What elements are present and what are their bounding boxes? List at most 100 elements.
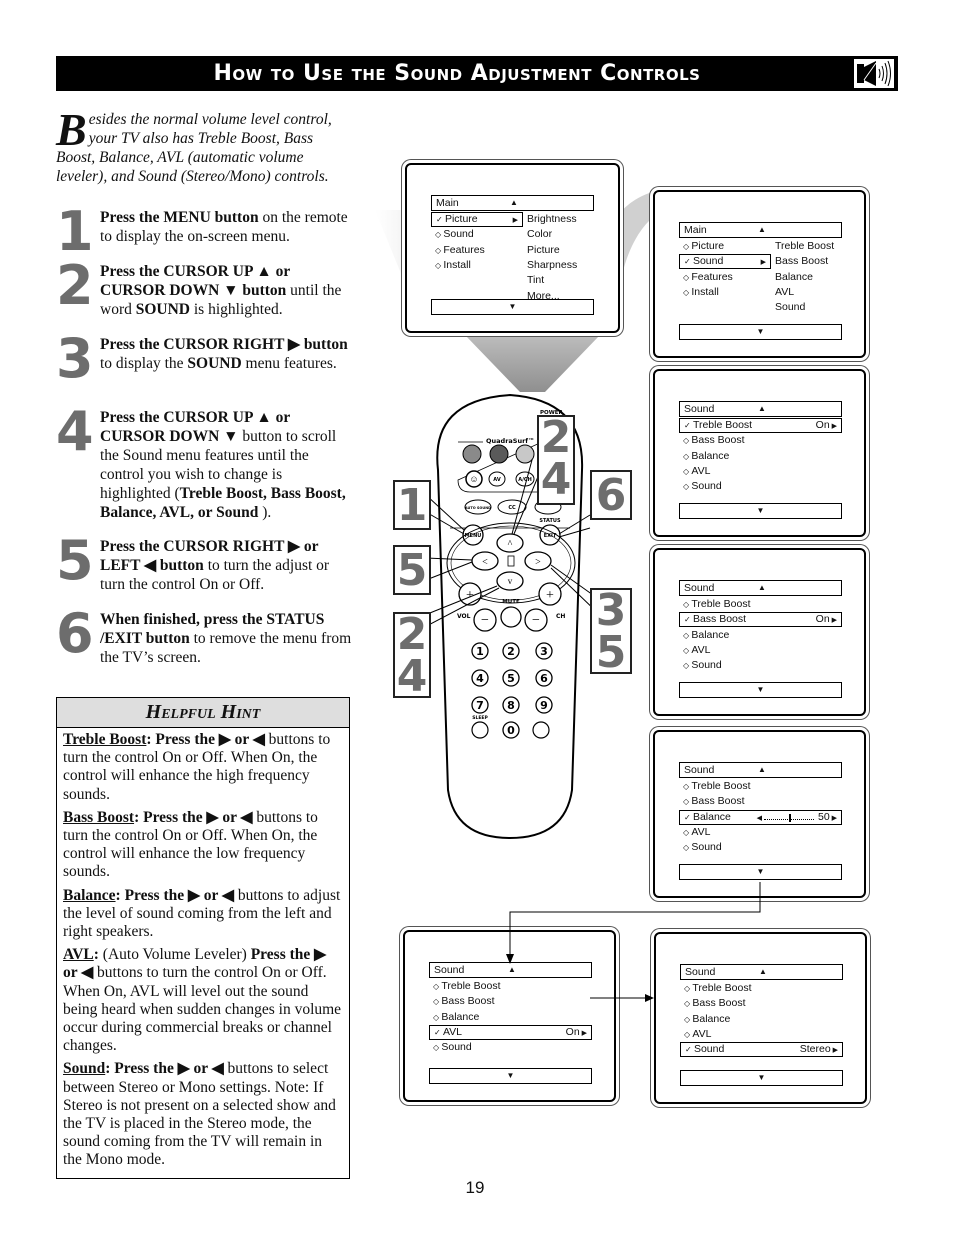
menu-item[interactable]: ◇ Sound xyxy=(679,479,842,494)
arrow-right-icon[interactable]: ▶ xyxy=(580,1030,587,1037)
menu-item-label: Treble Boost xyxy=(692,419,753,431)
menu-item-label: Features xyxy=(691,270,733,283)
quadrasurf-button-3[interactable] xyxy=(515,444,535,464)
onscreen-menu: Sound ▲ ◇ Treble Boost ◇ Bass Boost ✓ Balanc… xyxy=(655,732,864,896)
step-text: Press the CURSOR UP ▲ or CURSOR DOWN ▼ b… xyxy=(100,263,342,318)
scroll-up-icon[interactable]: ▲ xyxy=(758,223,766,237)
hint-term: Sound xyxy=(63,1060,106,1078)
digit-label: 8 xyxy=(507,699,515,712)
menu-title: Sound xyxy=(684,582,715,594)
hint-item: Sound: Press the ▶ or ◀ buttons to selec… xyxy=(63,1060,336,1169)
menu-item-label: Bass Boost xyxy=(691,795,745,808)
mute-button[interactable] xyxy=(500,606,522,628)
step-text: When finished, press the STATUS /EXIT bu… xyxy=(100,611,352,666)
arrow-right-icon[interactable]: ▶ xyxy=(830,423,837,430)
submenu-item: Tint xyxy=(527,274,545,287)
svg-text:VOL: VOL xyxy=(457,613,471,620)
slider-knob[interactable] xyxy=(788,813,791,822)
menu-item-label: Balance xyxy=(692,810,731,823)
menu-item-label: Picture xyxy=(691,240,725,252)
menu-item-label: Sound xyxy=(691,480,722,493)
menu-item[interactable]: ◇ Treble Boost xyxy=(679,779,842,794)
arrow-right-icon[interactable]: ▶ xyxy=(830,815,837,822)
menu-item[interactable]: ◇ Features xyxy=(431,243,523,258)
balance-slider[interactable] xyxy=(763,813,814,822)
onscreen-menu: Main ▲ ◇ Picture ✓ Sound ▶ ◇ Features ◇ Insta… xyxy=(655,192,864,356)
check-icon: ✓ xyxy=(436,215,445,224)
menu-item[interactable]: ◇ Treble Boost xyxy=(679,597,842,612)
menu-item[interactable]: ◇ Balance xyxy=(679,628,842,643)
hint-body: Treble Boost: Press the ▶ or ◀ buttons t… xyxy=(57,728,349,1178)
value-text: On xyxy=(815,419,830,431)
menu-item[interactable]: ◇ Sound xyxy=(431,227,523,242)
menu-item[interactable]: ✓ Bass Boost On ▶ xyxy=(679,612,842,628)
svg-text:−: − xyxy=(481,613,489,628)
digit-label: 5 xyxy=(507,672,515,685)
arrow-right-icon[interactable]: ▶ xyxy=(831,1047,838,1054)
menu-item[interactable]: ◇ Balance xyxy=(679,449,842,464)
scroll-down-icon[interactable]: ▼ xyxy=(431,299,594,315)
menu-item[interactable]: ✓ Picture ▶ xyxy=(431,212,523,227)
submenu-item: Balance xyxy=(775,270,813,283)
scroll-up-icon[interactable]: ▲ xyxy=(758,763,766,777)
tv-screen-main-sound: Main ▲ ◇ Picture ✓ Sound ▶ ◇ Features ◇ Insta… xyxy=(653,190,866,358)
scroll-down-icon[interactable]: ▼ xyxy=(680,1070,843,1086)
digit-label: 7 xyxy=(476,699,484,712)
scroll-up-icon[interactable]: ▲ xyxy=(758,581,766,595)
menu-item[interactable]: ◇ Picture xyxy=(679,239,771,254)
signal-beam xyxy=(465,335,600,392)
intro-paragraph: Besides the normal volume level control,… xyxy=(56,107,352,186)
menu-item[interactable]: ◇ Bass Boost xyxy=(679,433,842,448)
scroll-up-icon[interactable]: ▲ xyxy=(758,402,766,416)
scroll-down-icon[interactable]: ▼ xyxy=(429,1068,592,1084)
menu-item[interactable]: ◇ Install xyxy=(431,258,523,273)
menu-item-label: Treble Boost xyxy=(691,598,751,610)
digit-label: 2 xyxy=(507,645,515,658)
arrow-right-icon[interactable]: ▶ xyxy=(513,217,518,224)
menu-item[interactable]: ◇ Install xyxy=(679,285,771,300)
scroll-down-icon[interactable]: ▼ xyxy=(679,503,842,519)
menu-item[interactable]: ◇ Sound xyxy=(429,1040,592,1055)
check-icon: ✓ xyxy=(685,1045,694,1055)
sleep-button[interactable] xyxy=(471,721,489,739)
menu-item-label: Balance xyxy=(441,1010,480,1023)
check-icon: ✓ xyxy=(684,812,693,822)
menu-item-value: On ▶ xyxy=(816,419,837,433)
quadrasurf-button-2[interactable] xyxy=(489,444,509,464)
menu-item[interactable]: ◇ Bass Boost xyxy=(679,794,842,809)
hint-item: Bass Boost: Press the ▶ or ◀ buttons to … xyxy=(63,808,318,881)
check-icon: ✓ xyxy=(684,421,693,430)
scroll-down-icon[interactable]: ▼ xyxy=(679,682,842,698)
hint-title: Helpful Hint xyxy=(57,698,349,728)
submenu-item: Brightness xyxy=(527,213,577,225)
menu-item[interactable]: ◇ AVL xyxy=(679,464,842,479)
menu-item-label: Bass Boost xyxy=(692,613,747,626)
arrow-right-icon[interactable]: ▶ xyxy=(761,259,766,266)
menu-item[interactable]: ✓ Balance ◀ 50 ▶ xyxy=(679,809,842,825)
step-text: Press the CURSOR RIGHT ▶ or LEFT ◀ butto… xyxy=(100,538,330,593)
quadrasurf-button-1[interactable] xyxy=(462,444,482,464)
menu-item[interactable]: ◇ AVL xyxy=(679,643,842,658)
chevron-down-icon: v xyxy=(508,576,513,586)
menu-item[interactable]: ✓ Sound Stereo ▶ xyxy=(680,1042,843,1058)
scroll-down-icon[interactable]: ▼ xyxy=(679,324,842,340)
scroll-up-icon[interactable]: ▲ xyxy=(510,196,518,210)
arrow-right-icon[interactable]: ▶ xyxy=(830,617,837,624)
step-text: Press the MENU button on the remote to d… xyxy=(100,209,348,245)
chevron-right-icon: > xyxy=(535,557,541,568)
menu-item[interactable]: ◇ Features xyxy=(679,270,771,285)
menu-item[interactable]: ◇ Sound xyxy=(679,658,842,673)
scroll-down-icon[interactable]: ▼ xyxy=(679,864,842,880)
blank-button[interactable] xyxy=(532,721,550,739)
arrow-left-icon[interactable]: ◀ xyxy=(757,815,764,822)
menu-item[interactable]: ✓ Treble Boost On ▶ xyxy=(679,418,842,433)
menu-item-label: AVL xyxy=(691,825,711,838)
menu-item[interactable]: ◇ AVL xyxy=(679,825,842,840)
step-number: 1 xyxy=(56,200,94,263)
chevron-left-icon: < xyxy=(482,557,488,568)
menu-item[interactable]: ✓ Sound ▶ xyxy=(679,254,771,270)
step-text: Press the CURSOR UP ▲ or CURSOR DOWN ▼ b… xyxy=(100,409,346,521)
hint-term: Bass Boost xyxy=(63,808,135,826)
menu-item[interactable]: ◇ Sound xyxy=(679,840,842,855)
speaker-icon xyxy=(853,58,895,89)
